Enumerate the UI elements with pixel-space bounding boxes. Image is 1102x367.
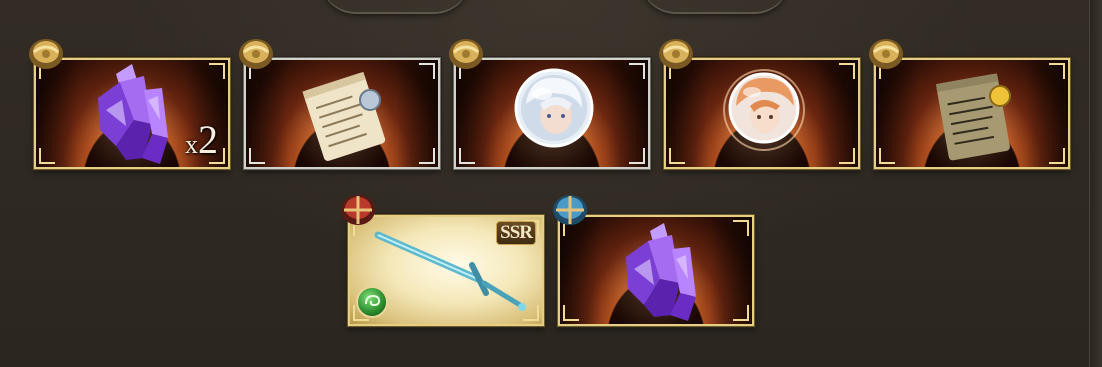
- character-orb-icon: [456, 60, 648, 167]
- rarity-badge: SSR: [496, 221, 536, 245]
- reward-tile-character-orb-silver[interactable]: [453, 57, 651, 170]
- reward-tile-character-orb-orange[interactable]: [663, 57, 861, 170]
- quantity-prefix: x: [185, 130, 198, 159]
- top-ornament-right: [640, 0, 790, 14]
- quantity-label: x2: [185, 116, 218, 163]
- gold-chest-icon: [446, 36, 486, 72]
- reward-tile-crystal[interactable]: [557, 214, 755, 327]
- crystal-icon: [560, 217, 752, 324]
- red-chest-icon: [338, 192, 378, 228]
- gold-chest-icon: [866, 36, 906, 72]
- blue-chest-icon: [550, 192, 590, 228]
- wind-element-icon: [356, 286, 388, 318]
- reward-tile-crystal[interactable]: x2: [33, 57, 231, 170]
- quantity-value: 2: [198, 117, 218, 162]
- reward-tile-ticket-silver[interactable]: [243, 57, 441, 170]
- reward-tile-ssr-sword[interactable]: SSR: [347, 214, 545, 327]
- reward-tile-ticket-gold[interactable]: [873, 57, 1071, 170]
- character-orb-icon: [666, 60, 858, 167]
- reward-panel: x2 SSR: [0, 0, 1102, 367]
- panel-edge: [1089, 0, 1102, 367]
- gold-chest-icon: [26, 36, 66, 72]
- scroll-ticket-icon: [246, 60, 438, 167]
- scroll-ticket-icon: [876, 60, 1068, 167]
- gold-chest-icon: [236, 36, 276, 72]
- top-ornament-left: [320, 0, 470, 14]
- gold-chest-icon: [656, 36, 696, 72]
